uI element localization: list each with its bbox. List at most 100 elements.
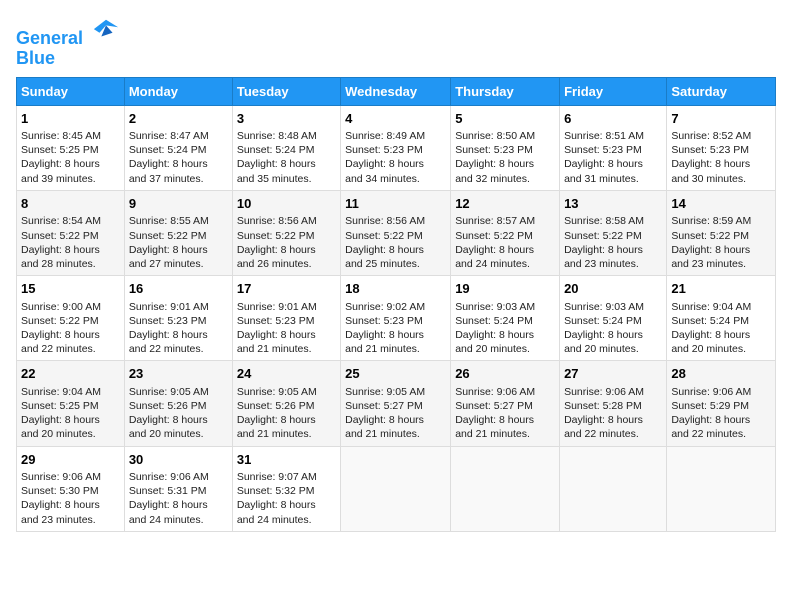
day-number: 30 [129, 451, 228, 469]
day-info: Sunrise: 9:06 AM Sunset: 5:31 PM Dayligh… [129, 471, 209, 526]
day-info: Sunrise: 8:54 AM Sunset: 5:22 PM Dayligh… [21, 215, 101, 270]
calendar-table: SundayMondayTuesdayWednesdayThursdayFrid… [16, 77, 776, 532]
empty-cell [667, 446, 776, 531]
calendar-day-3: 3Sunrise: 8:48 AM Sunset: 5:24 PM Daylig… [232, 105, 340, 190]
calendar-day-23: 23 Sunrise: 9:05 AM Sunset: 5:26 PM Dayli… [124, 361, 232, 446]
logo-blue: Blue [16, 48, 55, 68]
day-number: 16 [129, 280, 228, 298]
day-info: Sunrise: 8:57 AM Sunset: 5:22 PM Dayligh… [455, 215, 535, 270]
empty-cell [341, 446, 451, 531]
day-number: 27 [564, 365, 662, 383]
calendar-day-22: 22Sunrise: 9:04 AM Sunset: 5:25 PM Dayli… [17, 361, 125, 446]
day-number: 26 [455, 365, 555, 383]
day-number: 5 [455, 110, 555, 128]
calendar-day-10: 10 Sunrise: 8:56 AM Sunset: 5:22 PM Dayli… [232, 190, 340, 275]
calendar-day-14: 14 Sunrise: 8:59 AM Sunset: 5:22 PM Dayli… [667, 190, 776, 275]
day-info: Sunrise: 9:01 AM Sunset: 5:23 PM Dayligh… [237, 301, 317, 356]
day-info: Sunrise: 9:03 AM Sunset: 5:24 PM Dayligh… [455, 301, 535, 356]
calendar-day-5: 5 Sunrise: 8:50 AM Sunset: 5:23 PM Daylig… [451, 105, 560, 190]
calendar-day-18: 18 Sunrise: 9:02 AM Sunset: 5:23 PM Dayli… [341, 276, 451, 361]
calendar-week-3: 15Sunrise: 9:00 AM Sunset: 5:22 PM Dayli… [17, 276, 776, 361]
logo: General Blue [16, 16, 120, 69]
calendar-day-30: 30 Sunrise: 9:06 AM Sunset: 5:31 PM Dayli… [124, 446, 232, 531]
calendar-day-16: 16 Sunrise: 9:01 AM Sunset: 5:23 PM Dayli… [124, 276, 232, 361]
col-header-friday: Friday [560, 77, 667, 105]
calendar-day-28: 28 Sunrise: 9:06 AM Sunset: 5:29 PM Dayli… [667, 361, 776, 446]
day-number: 20 [564, 280, 662, 298]
calendar-day-2: 2 Sunrise: 8:47 AM Sunset: 5:24 PM Daylig… [124, 105, 232, 190]
empty-cell [560, 446, 667, 531]
day-info: Sunrise: 8:49 AM Sunset: 5:23 PM Dayligh… [345, 130, 425, 185]
day-info: Sunrise: 9:05 AM Sunset: 5:26 PM Dayligh… [129, 386, 209, 441]
col-header-saturday: Saturday [667, 77, 776, 105]
day-number: 7 [671, 110, 771, 128]
day-info: Sunrise: 9:02 AM Sunset: 5:23 PM Dayligh… [345, 301, 425, 356]
day-info: Sunrise: 8:56 AM Sunset: 5:22 PM Dayligh… [237, 215, 317, 270]
day-number: 13 [564, 195, 662, 213]
day-number: 9 [129, 195, 228, 213]
day-number: 29 [21, 451, 120, 469]
day-number: 25 [345, 365, 446, 383]
day-number: 14 [671, 195, 771, 213]
calendar-day-27: 27 Sunrise: 9:06 AM Sunset: 5:28 PM Dayli… [560, 361, 667, 446]
calendar-day-25: 25 Sunrise: 9:05 AM Sunset: 5:27 PM Dayli… [341, 361, 451, 446]
day-info: Sunrise: 9:01 AM Sunset: 5:23 PM Dayligh… [129, 301, 209, 356]
calendar-day-12: 12 Sunrise: 8:57 AM Sunset: 5:22 PM Dayli… [451, 190, 560, 275]
day-number: 1 [21, 110, 120, 128]
calendar-day-31: 31 Sunrise: 9:07 AM Sunset: 5:32 PM Dayli… [232, 446, 340, 531]
calendar-day-15: 15Sunrise: 9:00 AM Sunset: 5:22 PM Dayli… [17, 276, 125, 361]
day-number: 6 [564, 110, 662, 128]
day-number: 17 [237, 280, 336, 298]
day-info: Sunrise: 8:52 AM Sunset: 5:23 PM Dayligh… [671, 130, 751, 185]
day-info: Sunrise: 9:07 AM Sunset: 5:32 PM Dayligh… [237, 471, 317, 526]
calendar-day-21: 21 Sunrise: 9:04 AM Sunset: 5:24 PM Dayli… [667, 276, 776, 361]
empty-cell [451, 446, 560, 531]
calendar-day-20: 20 Sunrise: 9:03 AM Sunset: 5:24 PM Dayli… [560, 276, 667, 361]
day-info: Sunrise: 9:06 AM Sunset: 5:28 PM Dayligh… [564, 386, 644, 441]
col-header-tuesday: Tuesday [232, 77, 340, 105]
calendar-week-5: 29Sunrise: 9:06 AM Sunset: 5:30 PM Dayli… [17, 446, 776, 531]
calendar-day-8: 8 Sunrise: 8:54 AM Sunset: 5:22 PM Daylig… [17, 190, 125, 275]
day-info: Sunrise: 8:58 AM Sunset: 5:22 PM Dayligh… [564, 215, 644, 270]
day-number: 31 [237, 451, 336, 469]
day-number: 28 [671, 365, 771, 383]
day-info: Sunrise: 8:51 AM Sunset: 5:23 PM Dayligh… [564, 130, 644, 185]
calendar-day-29: 29Sunrise: 9:06 AM Sunset: 5:30 PM Dayli… [17, 446, 125, 531]
day-number: 22 [21, 365, 120, 383]
day-number: 8 [21, 195, 120, 213]
day-info: Sunrise: 9:04 AM Sunset: 5:24 PM Dayligh… [671, 301, 751, 356]
col-header-thursday: Thursday [451, 77, 560, 105]
day-number: 3 [237, 110, 336, 128]
calendar-day-4: 4 Sunrise: 8:49 AM Sunset: 5:23 PM Daylig… [341, 105, 451, 190]
day-number: 18 [345, 280, 446, 298]
day-number: 23 [129, 365, 228, 383]
logo-general: General [16, 28, 83, 48]
calendar-week-4: 22Sunrise: 9:04 AM Sunset: 5:25 PM Dayli… [17, 361, 776, 446]
calendar-day-11: 11 Sunrise: 8:56 AM Sunset: 5:22 PM Dayli… [341, 190, 451, 275]
day-number: 10 [237, 195, 336, 213]
day-info: Sunrise: 8:50 AM Sunset: 5:23 PM Dayligh… [455, 130, 535, 185]
day-info: Sunrise: 8:47 AM Sunset: 5:24 PM Dayligh… [129, 130, 209, 185]
day-number: 4 [345, 110, 446, 128]
day-number: 2 [129, 110, 228, 128]
calendar-day-17: 17 Sunrise: 9:01 AM Sunset: 5:23 PM Dayli… [232, 276, 340, 361]
calendar-day-1: 1Sunrise: 8:45 AM Sunset: 5:25 PM Daylig… [17, 105, 125, 190]
calendar-week-2: 8 Sunrise: 8:54 AM Sunset: 5:22 PM Daylig… [17, 190, 776, 275]
day-info: Sunrise: 8:56 AM Sunset: 5:22 PM Dayligh… [345, 215, 425, 270]
day-info: Sunrise: 9:03 AM Sunset: 5:24 PM Dayligh… [564, 301, 644, 356]
calendar-day-24: 24Sunrise: 9:05 AM Sunset: 5:26 PM Dayli… [232, 361, 340, 446]
day-info: Sunrise: 9:05 AM Sunset: 5:26 PM Dayligh… [237, 386, 317, 441]
col-header-sunday: Sunday [17, 77, 125, 105]
day-info: Sunrise: 9:06 AM Sunset: 5:29 PM Dayligh… [671, 386, 751, 441]
day-number: 21 [671, 280, 771, 298]
day-info: Sunrise: 8:59 AM Sunset: 5:22 PM Dayligh… [671, 215, 751, 270]
day-info: Sunrise: 9:05 AM Sunset: 5:27 PM Dayligh… [345, 386, 425, 441]
calendar-day-9: 9Sunrise: 8:55 AM Sunset: 5:22 PM Daylig… [124, 190, 232, 275]
calendar-day-13: 13 Sunrise: 8:58 AM Sunset: 5:22 PM Dayli… [560, 190, 667, 275]
calendar-day-7: 7 Sunrise: 8:52 AM Sunset: 5:23 PM Daylig… [667, 105, 776, 190]
day-number: 12 [455, 195, 555, 213]
col-header-monday: Monday [124, 77, 232, 105]
page-header: General Blue [16, 16, 776, 69]
day-number: 11 [345, 195, 446, 213]
calendar-day-6: 6 Sunrise: 8:51 AM Sunset: 5:23 PM Daylig… [560, 105, 667, 190]
